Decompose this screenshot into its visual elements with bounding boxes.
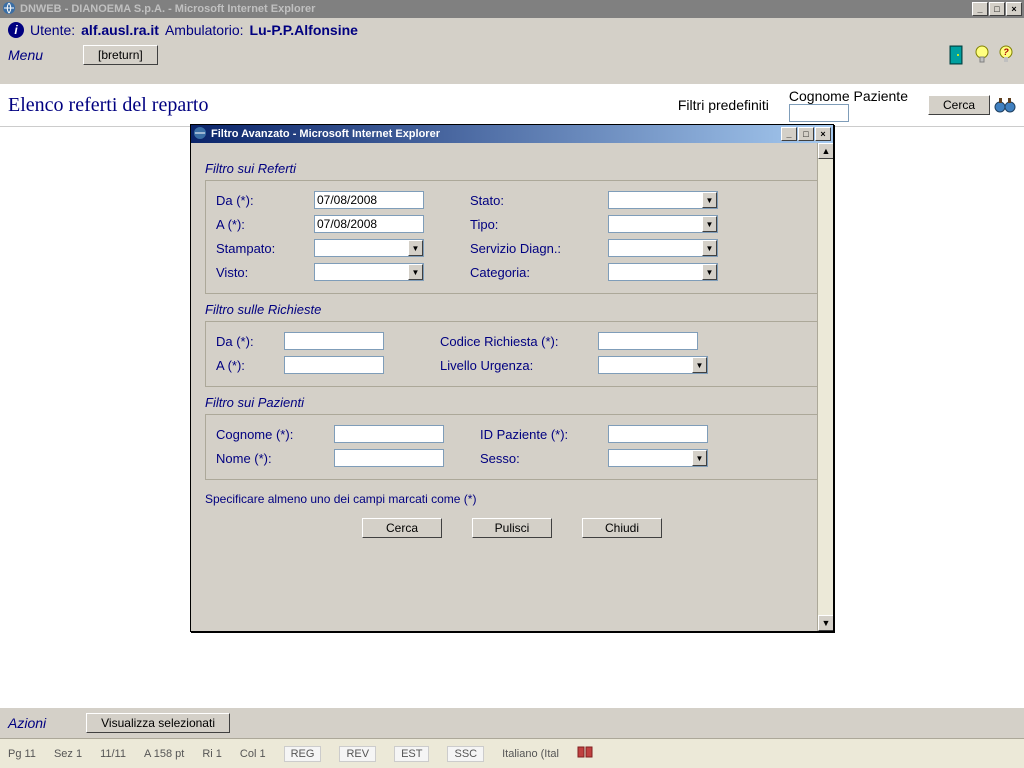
cognome-label: Cognome (*):: [216, 427, 326, 442]
minimize-button[interactable]: _: [972, 2, 988, 16]
menu-label[interactable]: Menu: [8, 47, 43, 63]
visualizza-selezionati-button[interactable]: Visualizza selezionati: [86, 713, 230, 733]
menu-bar: Menu [breturn] ?: [0, 42, 1024, 68]
breturn-button[interactable]: [breturn]: [83, 45, 158, 65]
door-icon[interactable]: [948, 44, 968, 66]
visto-select[interactable]: ▼: [314, 263, 424, 281]
modal-title: Filtro Avanzato - Microsoft Internet Exp…: [211, 128, 440, 140]
scroll-up-arrow[interactable]: ▲: [818, 143, 833, 159]
stampato-label: Stampato:: [216, 241, 306, 256]
servizio-label: Servizio Diagn.:: [470, 241, 600, 256]
codice-richiesta-label: Codice Richiesta (*):: [440, 334, 590, 349]
svg-text:?: ?: [1003, 47, 1009, 57]
modal-maximize-button[interactable]: □: [798, 127, 814, 141]
section-richieste-title: Filtro sulle Richieste: [205, 302, 819, 317]
status-pg: Pg 11: [8, 748, 36, 760]
codice-richiesta-input[interactable]: [598, 332, 698, 350]
modal-chiudi-button[interactable]: Chiudi: [582, 518, 662, 538]
ie-icon: [193, 126, 207, 143]
lightbulb-icon[interactable]: [972, 44, 992, 66]
da-label: Da (*):: [216, 193, 306, 208]
utente-value: alf.ausl.ra.it: [81, 22, 159, 38]
stato-label: Stato:: [470, 193, 600, 208]
lightbulb-help-icon[interactable]: ?: [996, 44, 1016, 66]
status-bar: Pg 11 Sez 1 11/11 A 158 pt Ri 1 Col 1 RE…: [0, 738, 1024, 768]
section-referti-title: Filtro sui Referti: [205, 161, 819, 176]
status-ri: Ri 1: [202, 748, 222, 760]
modal-pulisci-button[interactable]: Pulisci: [472, 518, 552, 538]
categoria-select[interactable]: ▼: [608, 263, 718, 281]
utente-label: Utente:: [30, 22, 75, 38]
livello-urgenza-select[interactable]: ▼: [598, 356, 708, 374]
modal-cerca-button[interactable]: Cerca: [362, 518, 442, 538]
section-pazienti: Cognome (*): ID Paziente (*): Nome (*): …: [205, 414, 819, 480]
tipo-label: Tipo:: [470, 217, 600, 232]
cognome-paziente-input[interactable]: [789, 104, 849, 122]
nome-input[interactable]: [334, 449, 444, 467]
a-label: A (*):: [216, 217, 306, 232]
cognome-input[interactable]: [334, 425, 444, 443]
sesso-select[interactable]: ▼: [608, 449, 708, 467]
book-icon: [577, 745, 593, 762]
stampato-select[interactable]: ▼: [314, 239, 424, 257]
status-col: Col 1: [240, 748, 266, 760]
binoculars-icon[interactable]: [994, 96, 1016, 114]
scroll-down-arrow[interactable]: ▼: [818, 615, 833, 631]
visto-label: Visto:: [216, 265, 306, 280]
modal-titlebar: Filtro Avanzato - Microsoft Internet Exp…: [191, 125, 833, 143]
cerca-button[interactable]: Cerca: [928, 95, 990, 115]
status-lang: Italiano (Ital: [502, 748, 559, 760]
azioni-label: Azioni: [8, 715, 46, 731]
modal-minimize-button[interactable]: _: [781, 127, 797, 141]
a2-label: A (*):: [216, 358, 276, 373]
status-sez: Sez 1: [54, 748, 82, 760]
da-input[interactable]: [314, 191, 424, 209]
stato-select[interactable]: ▼: [608, 191, 718, 209]
a-input[interactable]: [314, 215, 424, 233]
page-header: Elenco referti del reparto Filtri predef…: [0, 84, 1024, 127]
status-ssc: SSC: [447, 746, 484, 762]
id-paziente-input[interactable]: [608, 425, 708, 443]
main-window-title: DNWEB - DIANOEMA S.p.A. - Microsoft Inte…: [20, 3, 315, 15]
footnote: Specificare almeno uno dei campi marcati…: [205, 492, 819, 506]
livello-urgenza-label: Livello Urgenza:: [440, 358, 590, 373]
a2-input[interactable]: [284, 356, 384, 374]
status-est: EST: [394, 746, 429, 762]
action-bar: Azioni Visualizza selezionati: [0, 708, 1024, 738]
status-pages: 11/11: [100, 748, 126, 760]
ambulatorio-value: Lu-P.P.Alfonsine: [250, 22, 358, 38]
sesso-label: Sesso:: [480, 451, 600, 466]
main-window-controls: _ □ ×: [972, 2, 1022, 16]
section-pazienti-title: Filtro sui Pazienti: [205, 395, 819, 410]
status-rev: REV: [339, 746, 376, 762]
section-richieste: Da (*): Codice Richiesta (*): A (*): Liv…: [205, 321, 819, 387]
status-at: A 158 pt: [144, 748, 184, 760]
ambulatorio-label: Ambulatorio:: [165, 22, 244, 38]
section-referti: Da (*): Stato: ▼ A (*): Tipo: ▼ Stampato…: [205, 180, 819, 294]
categoria-label: Categoria:: [470, 265, 600, 280]
tipo-select[interactable]: ▼: [608, 215, 718, 233]
status-reg: REG: [284, 746, 322, 762]
close-button[interactable]: ×: [1006, 2, 1022, 16]
modal-close-button[interactable]: ×: [815, 127, 831, 141]
modal-scrollbar[interactable]: ▲ ▼: [817, 143, 833, 631]
da2-label: Da (*):: [216, 334, 276, 349]
info-icon: i: [8, 22, 24, 38]
cognome-paziente-label: Cognome Paziente: [789, 88, 908, 104]
toolbar-icons: ?: [948, 44, 1016, 66]
modal-buttons: Cerca Pulisci Chiudi: [205, 518, 819, 538]
filtri-predefiniti-label: Filtri predefiniti: [678, 97, 769, 113]
id-paziente-label: ID Paziente (*):: [480, 427, 600, 442]
page-title: Elenco referti del reparto: [8, 94, 208, 117]
nome-label: Nome (*):: [216, 451, 326, 466]
da2-input[interactable]: [284, 332, 384, 350]
filter-modal: Filtro Avanzato - Microsoft Internet Exp…: [190, 124, 834, 632]
main-window-titlebar: DNWEB - DIANOEMA S.p.A. - Microsoft Inte…: [0, 0, 1024, 18]
servizio-select[interactable]: ▼: [608, 239, 718, 257]
info-bar: i Utente: alf.ausl.ra.it Ambulatorio: Lu…: [0, 18, 1024, 42]
ie-icon: [2, 1, 16, 18]
maximize-button[interactable]: □: [989, 2, 1005, 16]
